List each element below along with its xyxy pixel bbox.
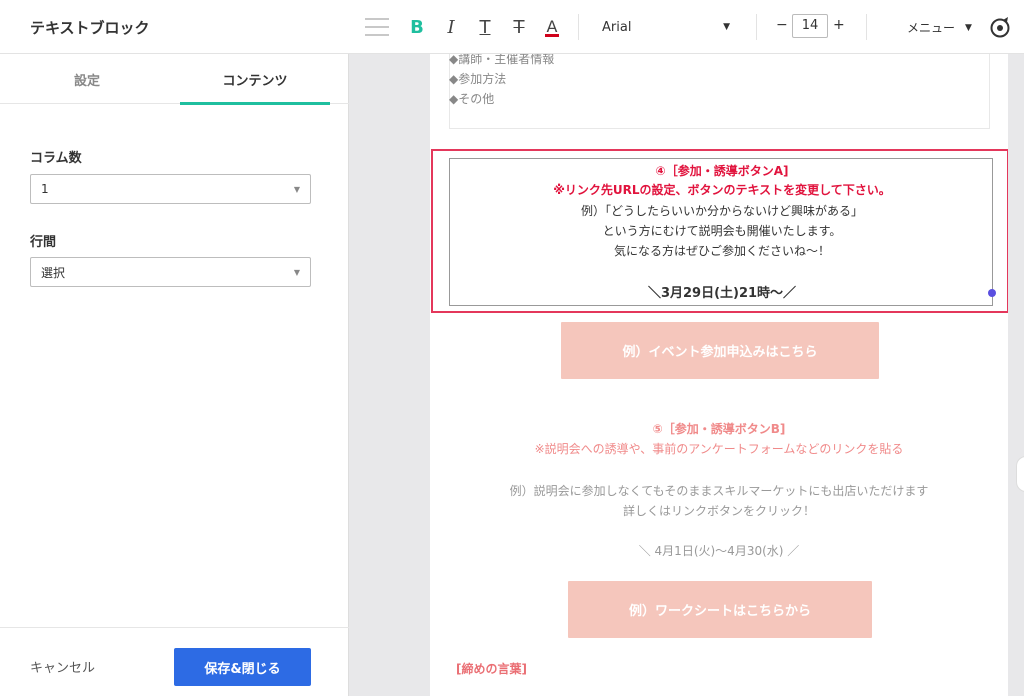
text-editor-area[interactable]: ④［参加・誘導ボタンA] ※リンク先URLの設定、ボタンのテキストを変更して下さ… — [449, 158, 996, 306]
chevron-down-icon: ▼ — [293, 267, 300, 277]
font-family-select[interactable]: Arial ▼ — [602, 18, 730, 36]
body-line: 気になる方はぜひご参加くださいね〜！ — [613, 244, 830, 258]
font-size-decrease-button[interactable]: − — [776, 17, 788, 33]
block-title: テキストブロック — [30, 19, 150, 37]
cancel-button[interactable]: キャンセル — [30, 657, 95, 676]
closing-heading: [締めの言葉] — [456, 662, 527, 676]
previous-block-line: ◆参加方法 — [449, 72, 507, 86]
section-heading: ⑤［参加・誘導ボタンB] — [652, 422, 786, 436]
body-line: 例）「どうしたらいいか分からないけど興味がある」 — [580, 204, 863, 218]
app-logo-icon[interactable] — [988, 15, 1012, 39]
tab-settings[interactable]: 設定 — [0, 54, 174, 104]
font-size-increase-button[interactable]: + — [833, 17, 845, 33]
tab-contents[interactable]: コンテンツ — [180, 54, 330, 105]
columns-value: 1 — [41, 182, 49, 196]
instruction-note: ※リンク先URLの設定、ボタンのテキストを変更して下さい。 — [553, 183, 891, 197]
menu-label: メニュー — [907, 21, 956, 35]
section-heading: ④［参加・誘導ボタンA] — [655, 164, 789, 178]
event-date: ＼3月29日(土)21時〜／ — [647, 286, 797, 301]
selected-text-block[interactable]: ④［参加・誘導ボタンA] ※リンク先URLの設定、ボタンのテキストを変更して下さ… — [431, 149, 1008, 313]
font-family-value: Arial — [602, 19, 632, 35]
line-height-select[interactable]: 選択 ▼ — [30, 257, 311, 287]
instruction-note: ※説明会への誘導や、事前のアンケートフォームなどのリンクを貼る — [534, 442, 904, 456]
tab-bar: 設定 コンテンツ — [0, 54, 349, 105]
line-height-value: 選択 — [41, 265, 66, 280]
text-color-swatch — [545, 33, 559, 37]
columns-label: コラム数 — [30, 151, 82, 166]
body-line: 例）説明会に参加しなくてもそのままスキルマーケットにも出店いただけます — [509, 484, 929, 498]
toolbar-divider — [866, 14, 867, 40]
toolbar-divider — [578, 14, 579, 40]
text-color-button[interactable]: A — [542, 14, 562, 40]
body-line: 詳しくはリンクボタンをクリック！ — [622, 504, 815, 518]
drag-handle-icon[interactable] — [364, 14, 390, 40]
page-canvas: ◆講師・主催者情報 ◆参加方法 ◆その他 ④［参加・誘導ボタンA] ※リンク先U… — [430, 54, 1008, 696]
resize-handle[interactable] — [988, 289, 996, 297]
previous-block-line: ◆その他 — [449, 92, 495, 106]
line-height-label: 行間 — [30, 235, 57, 250]
toolbar-divider — [756, 14, 757, 40]
chevron-down-icon: ▼ — [293, 184, 300, 194]
strikethrough-button[interactable]: T — [509, 14, 529, 40]
chevron-down-icon: ▼ — [723, 22, 730, 32]
menu-dropdown[interactable]: メニュー ▼ — [907, 19, 972, 36]
underline-button[interactable]: T — [475, 14, 495, 40]
italic-button[interactable]: I — [441, 14, 461, 40]
columns-select[interactable]: 1 ▼ — [30, 174, 311, 204]
event-date: ＼ 4月1日(火)〜4月30(水) ／ — [638, 544, 800, 558]
chevron-down-icon: ▼ — [965, 22, 972, 33]
event-signup-button[interactable]: 例）イベント参加申込みはこちら — [561, 322, 879, 379]
font-size-input[interactable]: 14 — [792, 14, 828, 38]
scroll-handle[interactable] — [1016, 456, 1024, 492]
worksheet-button[interactable]: 例）ワークシートはこちらから — [568, 581, 872, 638]
settings-panel: 設定 コンテンツ コラム数 1 ▼ 行間 選択 ▼ キャンセル 保存&閉じる — [0, 54, 349, 696]
previous-block-line: ◆講師・主催者情報 — [449, 54, 555, 66]
bold-button[interactable]: B — [407, 14, 427, 40]
body-line: という方にむけて説明会も開催いたします。 — [602, 224, 842, 238]
toolbar: テキストブロック B I T T A Arial ▼ − 14 + メニュー ▼ — [0, 0, 1024, 54]
footer-divider — [0, 627, 349, 628]
save-close-button[interactable]: 保存&閉じる — [174, 648, 311, 686]
